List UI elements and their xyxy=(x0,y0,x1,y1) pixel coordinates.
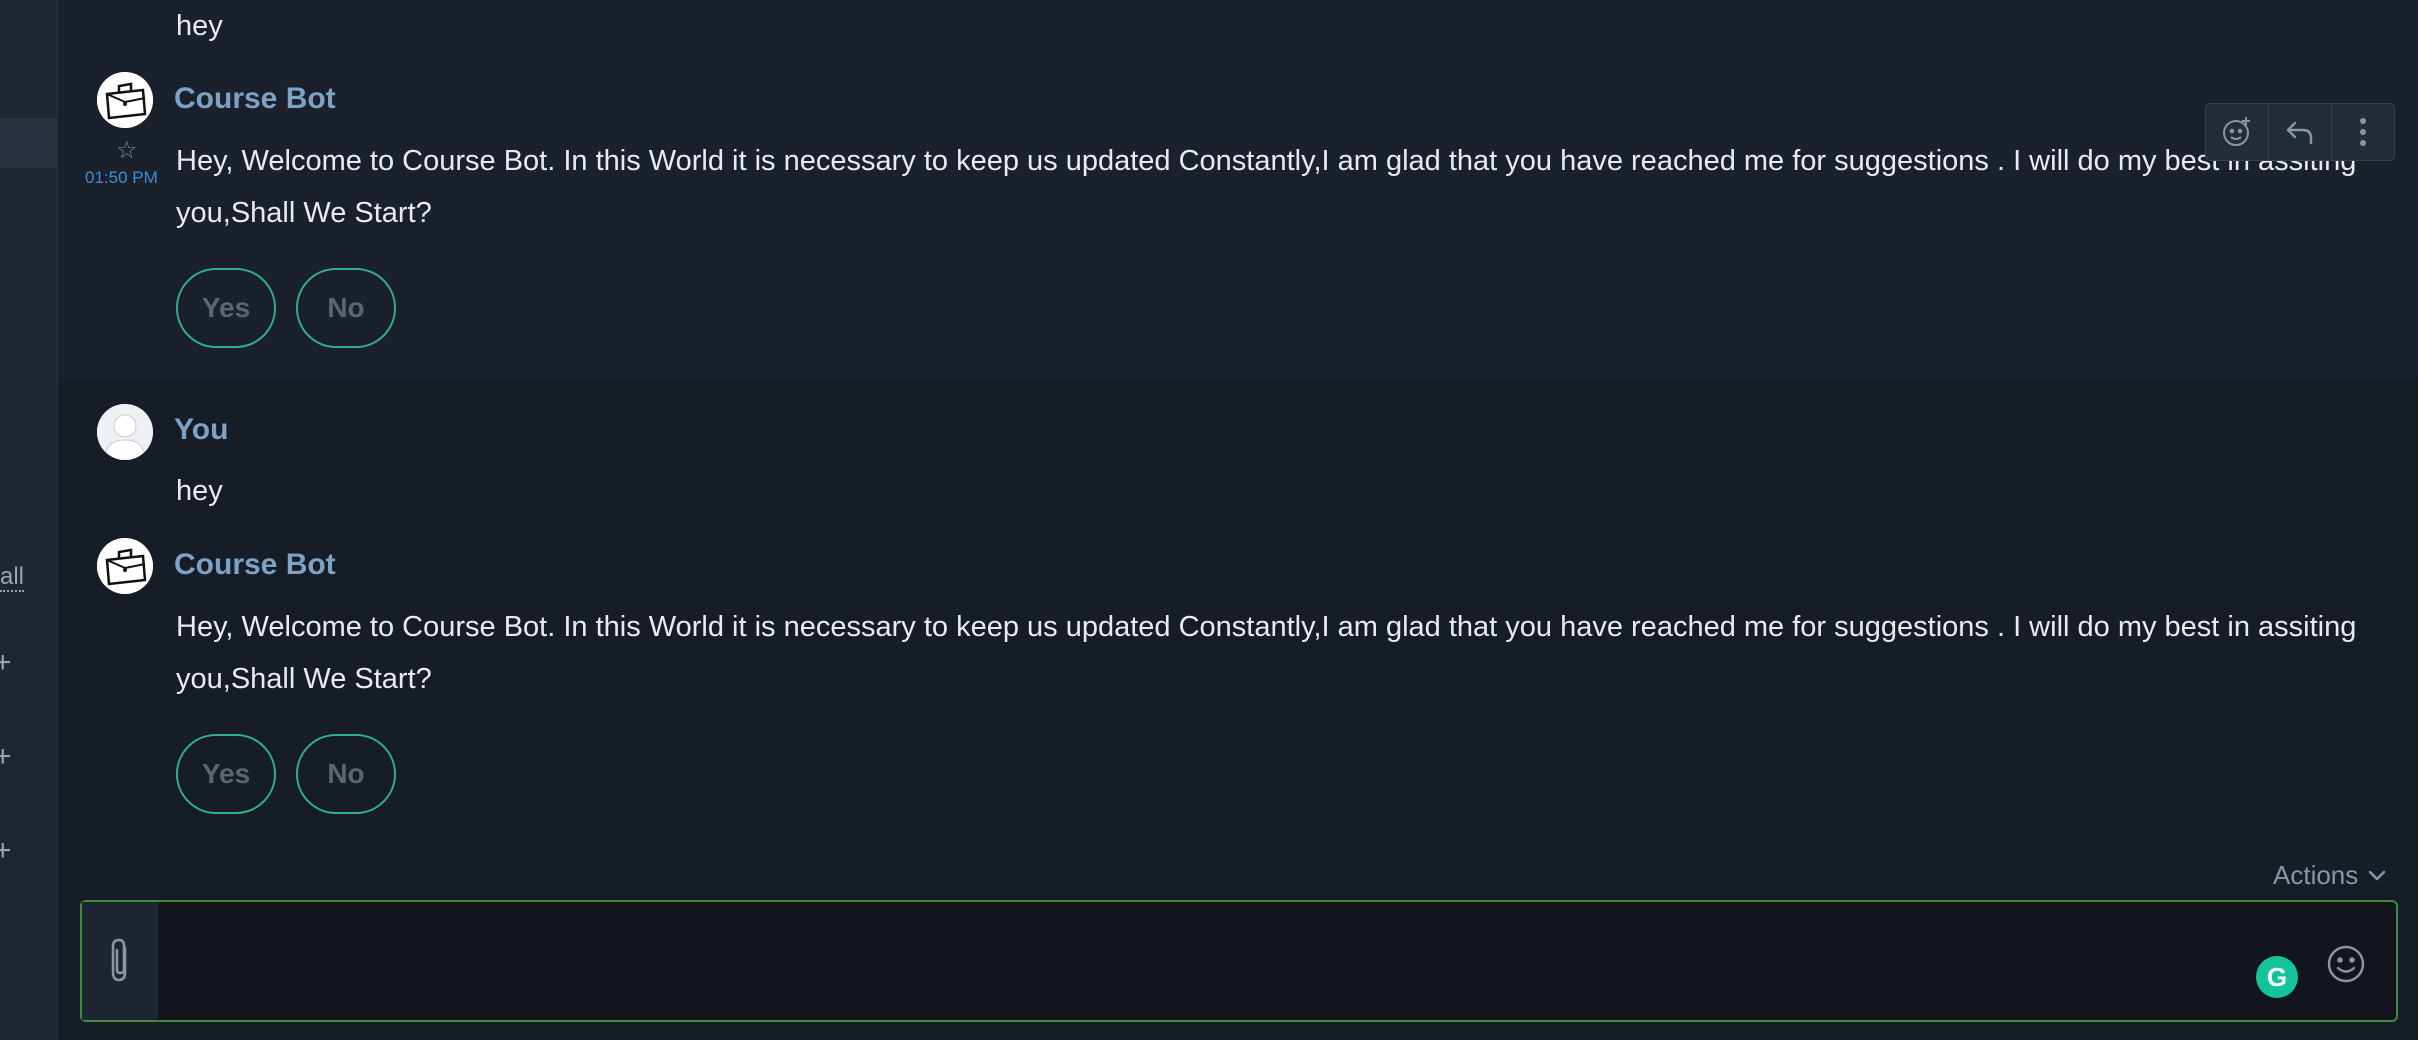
message-text: you,Shall We Start? xyxy=(176,663,432,695)
chevron-down-icon xyxy=(2369,870,2386,880)
message-author[interactable]: You xyxy=(174,413,228,447)
reply-icon[interactable] xyxy=(2269,104,2332,160)
user-avatar-icon[interactable] xyxy=(97,404,153,460)
message-text: hey xyxy=(176,475,223,507)
message-text: Hey, Welcome to Course Bot. In this Worl… xyxy=(176,611,2357,643)
quick-reply-no-button[interactable]: No xyxy=(296,734,396,814)
left-sidebar: all + + + xyxy=(0,0,58,1040)
message-action-toolbar xyxy=(2205,103,2395,161)
chat-main: hey Course Bot ☆ 01:50 PM Hey, Welcome t… xyxy=(59,0,2418,1040)
sidebar-selected-item[interactable] xyxy=(0,118,58,168)
message-text: you,Shall We Start? xyxy=(176,197,432,229)
emoji-icon[interactable] xyxy=(2326,944,2366,989)
quick-reply-yes-button[interactable]: Yes xyxy=(176,734,276,814)
add-reaction-icon[interactable] xyxy=(2206,104,2269,160)
sidebar-add-button[interactable]: + xyxy=(0,648,12,678)
sidebar-all-link[interactable]: all xyxy=(0,564,25,592)
actions-label: Actions xyxy=(2273,860,2359,890)
sidebar-add-button[interactable]: + xyxy=(0,742,12,772)
message-author[interactable]: Course Bot xyxy=(174,82,336,116)
star-icon[interactable]: ☆ xyxy=(116,136,138,165)
message-timestamp: 01:50 PM xyxy=(85,168,158,187)
message-author[interactable]: Course Bot xyxy=(174,548,336,582)
message-text: Hey, Welcome to Course Bot. In this Worl… xyxy=(176,145,2357,177)
quick-reply-yes-button[interactable]: Yes xyxy=(176,268,276,348)
message-text: hey xyxy=(176,10,223,42)
actions-dropdown[interactable]: Actions xyxy=(2273,860,2386,891)
briefcase-avatar-icon[interactable] xyxy=(97,538,153,594)
message-input[interactable] xyxy=(162,902,2296,1020)
grammarly-icon[interactable]: G xyxy=(2256,956,2298,998)
message-composer: G xyxy=(80,900,2398,1022)
quick-reply-no-button[interactable]: No xyxy=(296,268,396,348)
more-options-icon[interactable] xyxy=(2332,104,2394,160)
sidebar-add-button[interactable]: + xyxy=(0,836,12,866)
briefcase-avatar-icon[interactable] xyxy=(97,72,153,128)
paperclip-icon[interactable] xyxy=(82,902,158,1020)
